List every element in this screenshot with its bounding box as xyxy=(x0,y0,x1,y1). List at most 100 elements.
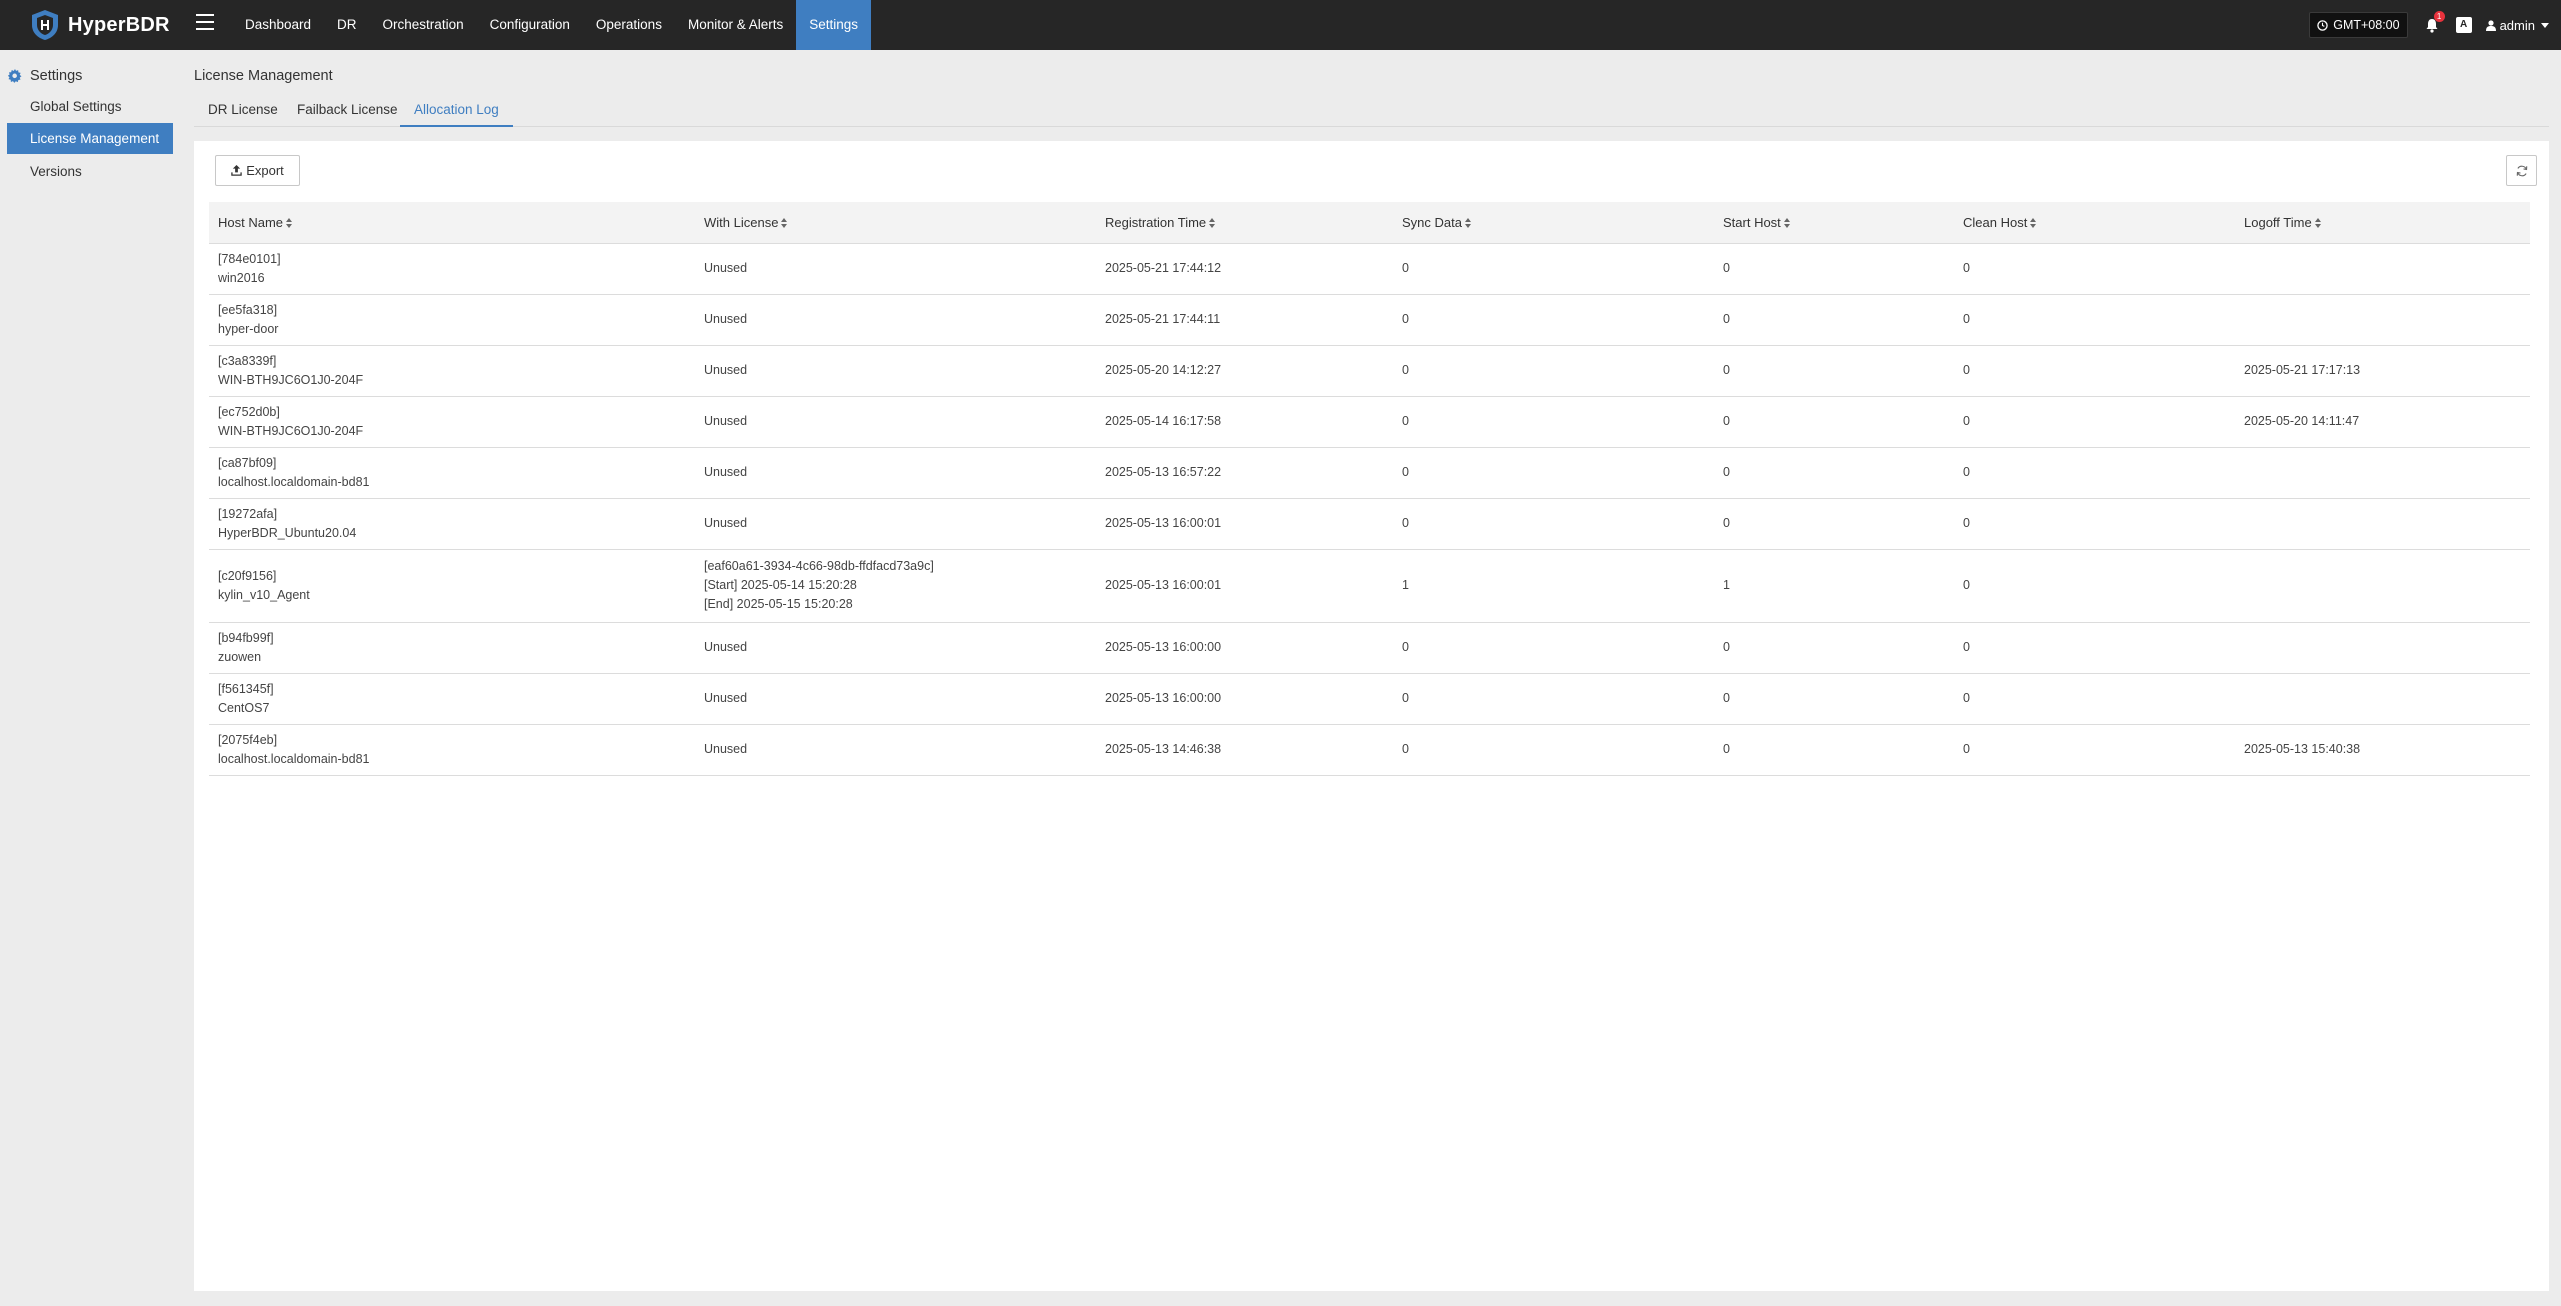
cell-start-host: 0 xyxy=(1714,243,1954,295)
hyperbdr-shield-icon xyxy=(32,10,58,40)
sort-icon[interactable] xyxy=(1783,218,1791,229)
nav-settings[interactable]: Settings xyxy=(796,0,872,50)
sort-icon[interactable] xyxy=(781,218,788,229)
host-name: WIN-BTH9JC6O1J0-204F xyxy=(218,423,364,438)
sidebar-item-global-settings[interactable]: Global Settings xyxy=(7,91,173,122)
cell-logoff-time: 2025-05-20 14:11:47 xyxy=(2235,396,2530,448)
sort-icon[interactable] xyxy=(2314,218,2322,229)
top-navbar: HyperBDR Dashboard DR Orchestration Conf… xyxy=(0,0,2561,50)
nav-operations[interactable]: Operations xyxy=(583,0,675,50)
cell-logoff-time xyxy=(2235,294,2530,346)
column-header-with-license[interactable]: With License xyxy=(695,202,1096,244)
sidebar-item-versions[interactable]: Versions xyxy=(7,156,173,187)
table-row: [c3a8339f] WIN-BTH9JC6O1J0-204F Unused 2025… xyxy=(209,345,2530,397)
cell-clean-host: 0 xyxy=(1954,673,2235,725)
cell-start-host: 0 xyxy=(1714,498,1954,550)
refresh-button[interactable] xyxy=(2506,155,2537,186)
license-line: Unused xyxy=(704,312,748,326)
cell-host-name: [f561345f] CentOS7 xyxy=(209,673,695,725)
cell-host-name: [19272afa] HyperBDR_Ubuntu20.04 xyxy=(209,498,695,550)
allocation-log-panel: Export Host Name With License Registrati… xyxy=(194,141,2549,1291)
cell-start-host: 0 xyxy=(1714,724,1954,776)
export-label: Export xyxy=(246,163,284,178)
table-row: [ca87bf09] localhost.localdomain-bd81 Unus… xyxy=(209,447,2530,499)
chevron-down-icon xyxy=(2541,22,2549,28)
sort-icon[interactable] xyxy=(1464,218,1472,229)
cell-sync-data: 0 xyxy=(1393,724,1714,776)
cell-registration-time: 2025-05-13 16:00:01 xyxy=(1096,498,1393,550)
license-line: Unused xyxy=(704,414,748,428)
license-line: Unused xyxy=(704,640,748,654)
cell-sync-data: 1 xyxy=(1393,549,1714,623)
export-button[interactable]: Export xyxy=(215,155,300,186)
cell-logoff-time: 2025-05-13 15:40:38 xyxy=(2235,724,2530,776)
cell-registration-time: 2025-05-13 16:00:00 xyxy=(1096,673,1393,725)
sort-icon[interactable] xyxy=(286,218,293,229)
license-line: Unused xyxy=(704,691,748,705)
host-id: [ec752d0b] xyxy=(218,404,280,419)
host-id: [784e0101] xyxy=(218,251,281,266)
table-row: [19272afa] HyperBDR_Ubuntu20.04 Unused 2025… xyxy=(209,498,2530,550)
notifications-button[interactable]: 1 xyxy=(2422,11,2445,35)
app-logo[interactable]: HyperBDR xyxy=(30,9,170,41)
host-id: [b94fb99f] xyxy=(218,630,274,645)
cell-clean-host: 0 xyxy=(1954,724,2235,776)
cell-with-license: Unused xyxy=(695,498,1096,550)
tab-failback-license[interactable]: Failback License xyxy=(283,95,412,127)
cell-sync-data: 0 xyxy=(1393,243,1714,295)
column-header-host-name[interactable]: Host Name xyxy=(209,202,695,244)
host-id: [ee5fa318] xyxy=(218,302,278,317)
nav-dr[interactable]: DR xyxy=(324,0,370,50)
tab-allocation-log[interactable]: Allocation Log xyxy=(400,95,513,127)
host-name: HyperBDR_Ubuntu20.04 xyxy=(218,525,357,540)
host-id: [c20f9156] xyxy=(218,568,277,583)
license-line: Unused xyxy=(704,516,748,530)
cell-with-license: Unused xyxy=(695,396,1096,448)
cell-clean-host: 0 xyxy=(1954,243,2235,295)
nav-monitor-alerts[interactable]: Monitor & Alerts xyxy=(675,0,796,50)
column-header-start-host[interactable]: Start Host xyxy=(1714,202,1954,244)
refresh-icon xyxy=(2516,165,2527,176)
nav-orchestration[interactable]: Orchestration xyxy=(370,0,477,50)
column-header-logoff-time[interactable]: Logoff Time xyxy=(2235,202,2530,244)
cell-start-host: 0 xyxy=(1714,447,1954,499)
cell-host-name: [ca87bf09] localhost.localdomain-bd81 xyxy=(209,447,695,499)
host-name: zuowen xyxy=(218,649,262,664)
column-header-clean-host[interactable]: Clean Host xyxy=(1954,202,2235,244)
table-row: [b94fb99f] zuowen Unused 2025-05-13 16:00:0… xyxy=(209,622,2530,674)
language-icon[interactable]: A xyxy=(2455,17,2472,33)
menu-toggle-icon[interactable] xyxy=(196,14,214,30)
cell-host-name: [784e0101] win2016 xyxy=(209,243,695,295)
license-line: Unused xyxy=(704,261,748,275)
cell-registration-time: 2025-05-14 16:17:58 xyxy=(1096,396,1393,448)
nav-configuration[interactable]: Configuration xyxy=(477,0,583,50)
host-name: kylin_v10_Agent xyxy=(218,587,310,602)
column-header-sync-data[interactable]: Sync Data xyxy=(1393,202,1714,244)
cell-host-name: [b94fb99f] zuowen xyxy=(209,622,695,674)
host-name: WIN-BTH9JC6O1J0-204F xyxy=(218,372,364,387)
sidebar-item-license-management[interactable]: License Management xyxy=(7,123,173,154)
cell-registration-time: 2025-05-13 14:46:38 xyxy=(1096,724,1393,776)
cell-registration-time: 2025-05-13 16:00:00 xyxy=(1096,622,1393,674)
cell-logoff-time: 2025-05-21 17:17:13 xyxy=(2235,345,2530,397)
cell-clean-host: 0 xyxy=(1954,294,2235,346)
cell-clean-host: 0 xyxy=(1954,447,2235,499)
license-line: [Start] 2025-05-14 15:20:28 xyxy=(704,578,857,592)
cell-start-host: 0 xyxy=(1714,396,1954,448)
user-menu[interactable]: admin xyxy=(2485,18,2549,33)
tab-dr-license[interactable]: DR License xyxy=(194,95,292,127)
cell-start-host: 1 xyxy=(1714,549,1954,623)
cell-with-license: Unused xyxy=(695,724,1096,776)
timezone-label: GMT+08:00 xyxy=(2333,18,2400,32)
cell-clean-host: 0 xyxy=(1954,549,2235,623)
sort-icon[interactable] xyxy=(2030,218,2037,229)
timezone-selector[interactable]: GMT+08:00 xyxy=(2309,12,2408,38)
sort-icon[interactable] xyxy=(1209,218,1216,229)
nav-dashboard[interactable]: Dashboard xyxy=(232,0,324,50)
host-id: [19272afa] xyxy=(218,506,278,521)
cell-with-license: Unused xyxy=(695,622,1096,674)
cell-start-host: 0 xyxy=(1714,294,1954,346)
column-header-registration-time[interactable]: Registration Time xyxy=(1096,202,1393,244)
table-row: [f561345f] CentOS7 Unused 2025-05-13 16:00:… xyxy=(209,673,2530,725)
cell-logoff-time xyxy=(2235,498,2530,550)
